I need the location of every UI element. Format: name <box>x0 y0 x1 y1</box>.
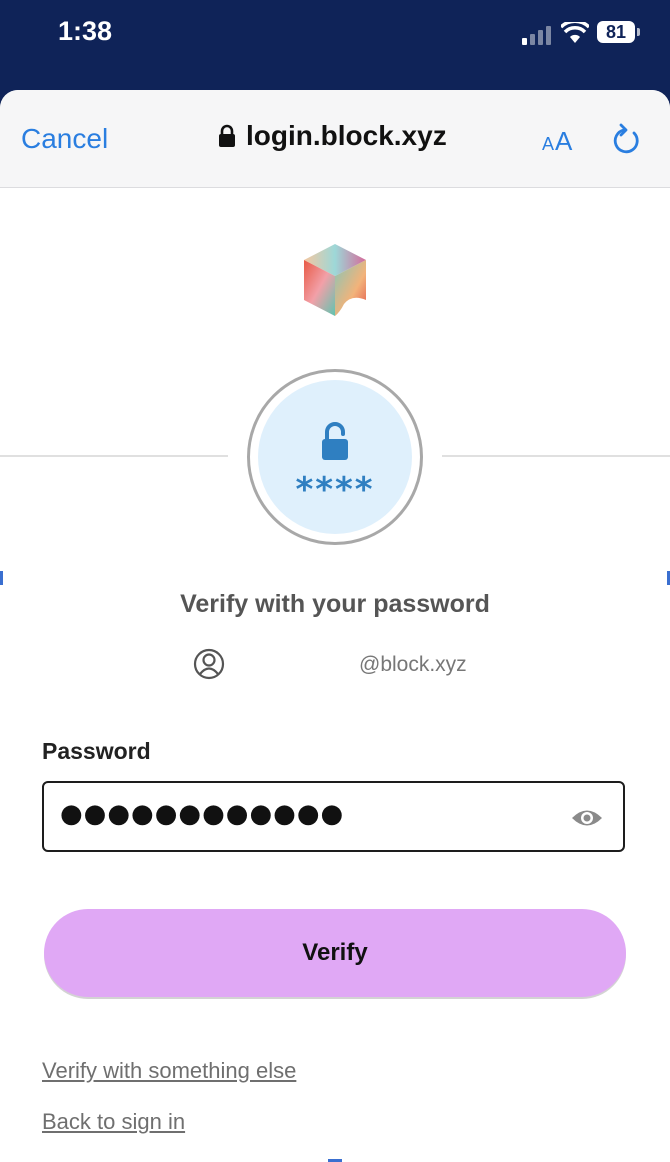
browser-toolbar: Cancel login.block.xyz AA <box>0 90 670 188</box>
user-email: @block.xyz <box>359 653 467 676</box>
address-bar[interactable]: login.block.xyz <box>218 120 447 152</box>
password-label: Password <box>42 738 151 764</box>
cancel-button[interactable]: Cancel <box>21 123 108 155</box>
lock-icon <box>219 124 235 147</box>
password-authenticator-badge: **** <box>247 369 423 545</box>
unlocked-padlock-icon <box>322 422 348 460</box>
page-title: Verify with your password <box>180 590 490 618</box>
battery-level: 81 <box>597 21 635 43</box>
edge-mark-left <box>0 571 3 585</box>
verify-with-something-else-link[interactable]: Verify with something else <box>42 1058 296 1084</box>
status-time: 1:38 <box>58 16 113 46</box>
text-size-button[interactable]: AA <box>542 126 573 157</box>
cellular-signal-icon <box>522 26 551 45</box>
reload-icon[interactable] <box>612 123 642 157</box>
block-logo <box>304 244 366 316</box>
text-size-small-label: A <box>542 134 556 154</box>
masked-password-glyphs: **** <box>295 470 375 510</box>
show-password-eye-icon[interactable] <box>571 807 603 829</box>
url-text: login.block.xyz <box>246 120 447 151</box>
battery-cap <box>637 28 640 36</box>
back-to-sign-in-link[interactable]: Back to sign in <box>42 1109 185 1135</box>
browser-sheet: Cancel login.block.xyz AA **** Verify wi… <box>0 90 670 1162</box>
badge-inner: **** <box>258 380 412 534</box>
divider-right <box>442 455 670 457</box>
wifi-icon <box>561 22 589 43</box>
password-input[interactable]: ●●●●●●●●●●●● <box>42 781 625 852</box>
divider-left <box>0 455 228 457</box>
verify-button[interactable]: Verify <box>44 909 626 997</box>
user-icon <box>193 648 225 680</box>
user-identifier: @block.xyz <box>193 648 493 680</box>
status-bar: 1:38 81 <box>0 0 670 90</box>
text-size-large-label: A <box>555 126 574 156</box>
battery-icon: 81 <box>597 21 641 45</box>
password-value: ●●●●●●●●●●●● <box>60 799 345 829</box>
